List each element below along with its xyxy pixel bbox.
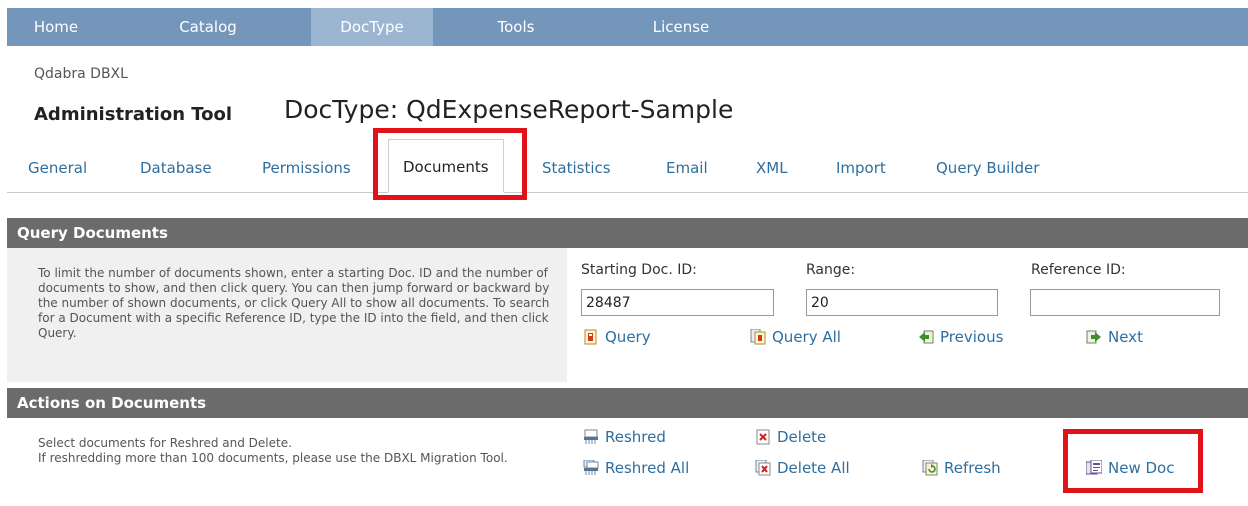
- range-input[interactable]: [806, 289, 998, 316]
- query-icon: [583, 329, 599, 345]
- tab-email[interactable]: Email: [666, 145, 708, 191]
- actions-description-line1: Select documents for Reshred and Delete.: [38, 436, 292, 450]
- refresh-button[interactable]: Refresh: [922, 459, 1001, 477]
- app-title: Administration Tool: [34, 104, 233, 125]
- delete-icon: [755, 429, 771, 445]
- reshred-label: Reshred: [605, 428, 666, 446]
- tab-statistics[interactable]: Statistics: [542, 145, 611, 191]
- delete-all-icon: [755, 459, 771, 476]
- actions-description-line2: If reshredding more than 100 documents, …: [38, 451, 508, 465]
- delete-all-label: Delete All: [777, 459, 850, 477]
- tab-general[interactable]: General: [28, 145, 87, 191]
- query-description: To limit the number of documents shown, …: [7, 248, 567, 382]
- page-title: DocType: QdExpenseReport-Sample: [284, 95, 734, 124]
- delete-button[interactable]: Delete: [755, 428, 826, 446]
- starting-doc-id-label: Starting Doc. ID:: [581, 262, 697, 278]
- reshred-button[interactable]: Reshred: [583, 428, 666, 446]
- brand-name: Qdabra DBXL: [34, 66, 128, 82]
- actions-section-header: Actions on Documents: [7, 388, 1248, 418]
- tab-database[interactable]: Database: [140, 145, 212, 191]
- documents-tab-highlight: [373, 128, 527, 200]
- reference-id-input[interactable]: [1030, 289, 1220, 316]
- tab-import[interactable]: Import: [836, 145, 886, 191]
- previous-icon: [918, 329, 934, 345]
- delete-label: Delete: [777, 428, 827, 446]
- refresh-icon: [922, 459, 938, 476]
- query-section-header: Query Documents: [7, 218, 1248, 248]
- query-label: Query: [605, 328, 651, 346]
- next-label: Next: [1108, 328, 1143, 346]
- query-all-label: Query All: [772, 328, 841, 346]
- tab-permissions[interactable]: Permissions: [262, 145, 351, 191]
- tab-xml[interactable]: XML: [756, 145, 788, 191]
- query-all-icon: [750, 328, 766, 345]
- nav-home[interactable]: Home: [7, 8, 105, 46]
- nav-catalog[interactable]: Catalog: [159, 8, 257, 46]
- next-button[interactable]: Next: [1086, 328, 1143, 346]
- next-icon: [1086, 329, 1102, 345]
- tab-bar: General Database Permissions Documents S…: [7, 139, 1248, 193]
- reshred-icon: [583, 429, 599, 445]
- nav-tools[interactable]: Tools: [467, 8, 565, 46]
- reshred-all-button[interactable]: Reshred All: [583, 459, 689, 477]
- reference-id-label: Reference ID:: [1031, 262, 1126, 278]
- query-all-button[interactable]: Query All: [750, 328, 841, 346]
- reshred-all-label: Reshred All: [605, 459, 690, 477]
- new-doc-highlight: [1063, 429, 1203, 493]
- range-label: Range:: [806, 262, 856, 278]
- delete-all-button[interactable]: Delete All: [755, 459, 850, 477]
- actions-description: Select documents for Reshred and Delete.…: [7, 418, 567, 506]
- tab-query-builder[interactable]: Query Builder: [936, 145, 1039, 191]
- starting-doc-id-input[interactable]: [581, 289, 774, 316]
- nav-doctype[interactable]: DocType: [311, 8, 433, 46]
- top-nav: Home Catalog DocType Tools License: [7, 8, 1248, 46]
- previous-button[interactable]: Previous: [918, 328, 1003, 346]
- query-button[interactable]: Query: [583, 328, 651, 346]
- nav-license[interactable]: License: [621, 8, 741, 46]
- refresh-label: Refresh: [944, 459, 1001, 477]
- previous-label: Previous: [940, 328, 1004, 346]
- reshred-all-icon: [583, 459, 599, 476]
